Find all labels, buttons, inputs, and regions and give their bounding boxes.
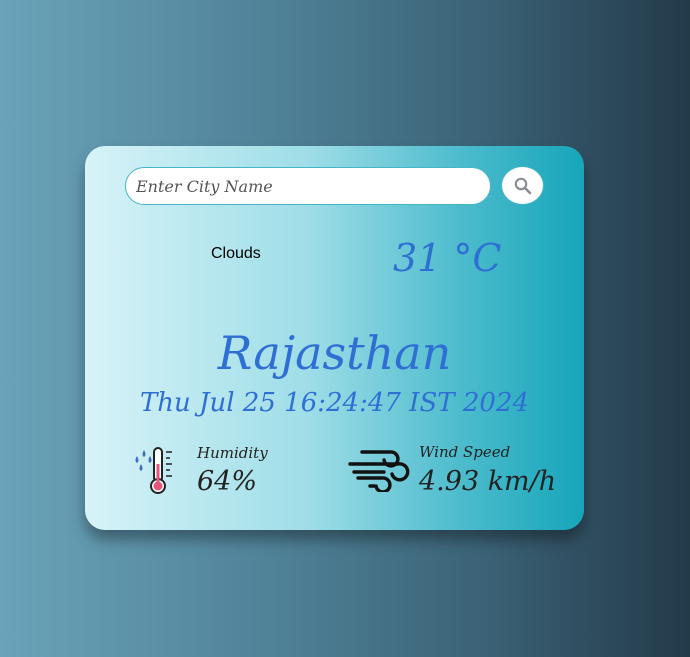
thermometer-humidity-icon — [135, 447, 172, 494]
weather-condition: Clouds — [211, 245, 261, 262]
search-button[interactable] — [501, 166, 544, 205]
wind-speed-value: 4.93 km/h — [419, 466, 557, 497]
date-time: Thu Jul 25 16:24:47 IST 2024 — [139, 388, 530, 418]
city-search-input[interactable] — [125, 167, 491, 205]
temperature: 31 °C — [393, 236, 502, 280]
search-icon — [514, 177, 531, 194]
humidity-value: 64% — [197, 466, 258, 497]
wind-icon — [348, 450, 410, 492]
weather-card: Clouds 31 °C Rajasthan Thu Jul 25 16:24:… — [85, 146, 584, 530]
humidity-label: Humidity — [197, 444, 268, 462]
wind-speed-label: Wind Speed — [419, 443, 511, 461]
city-name: Rajasthan — [217, 326, 452, 380]
